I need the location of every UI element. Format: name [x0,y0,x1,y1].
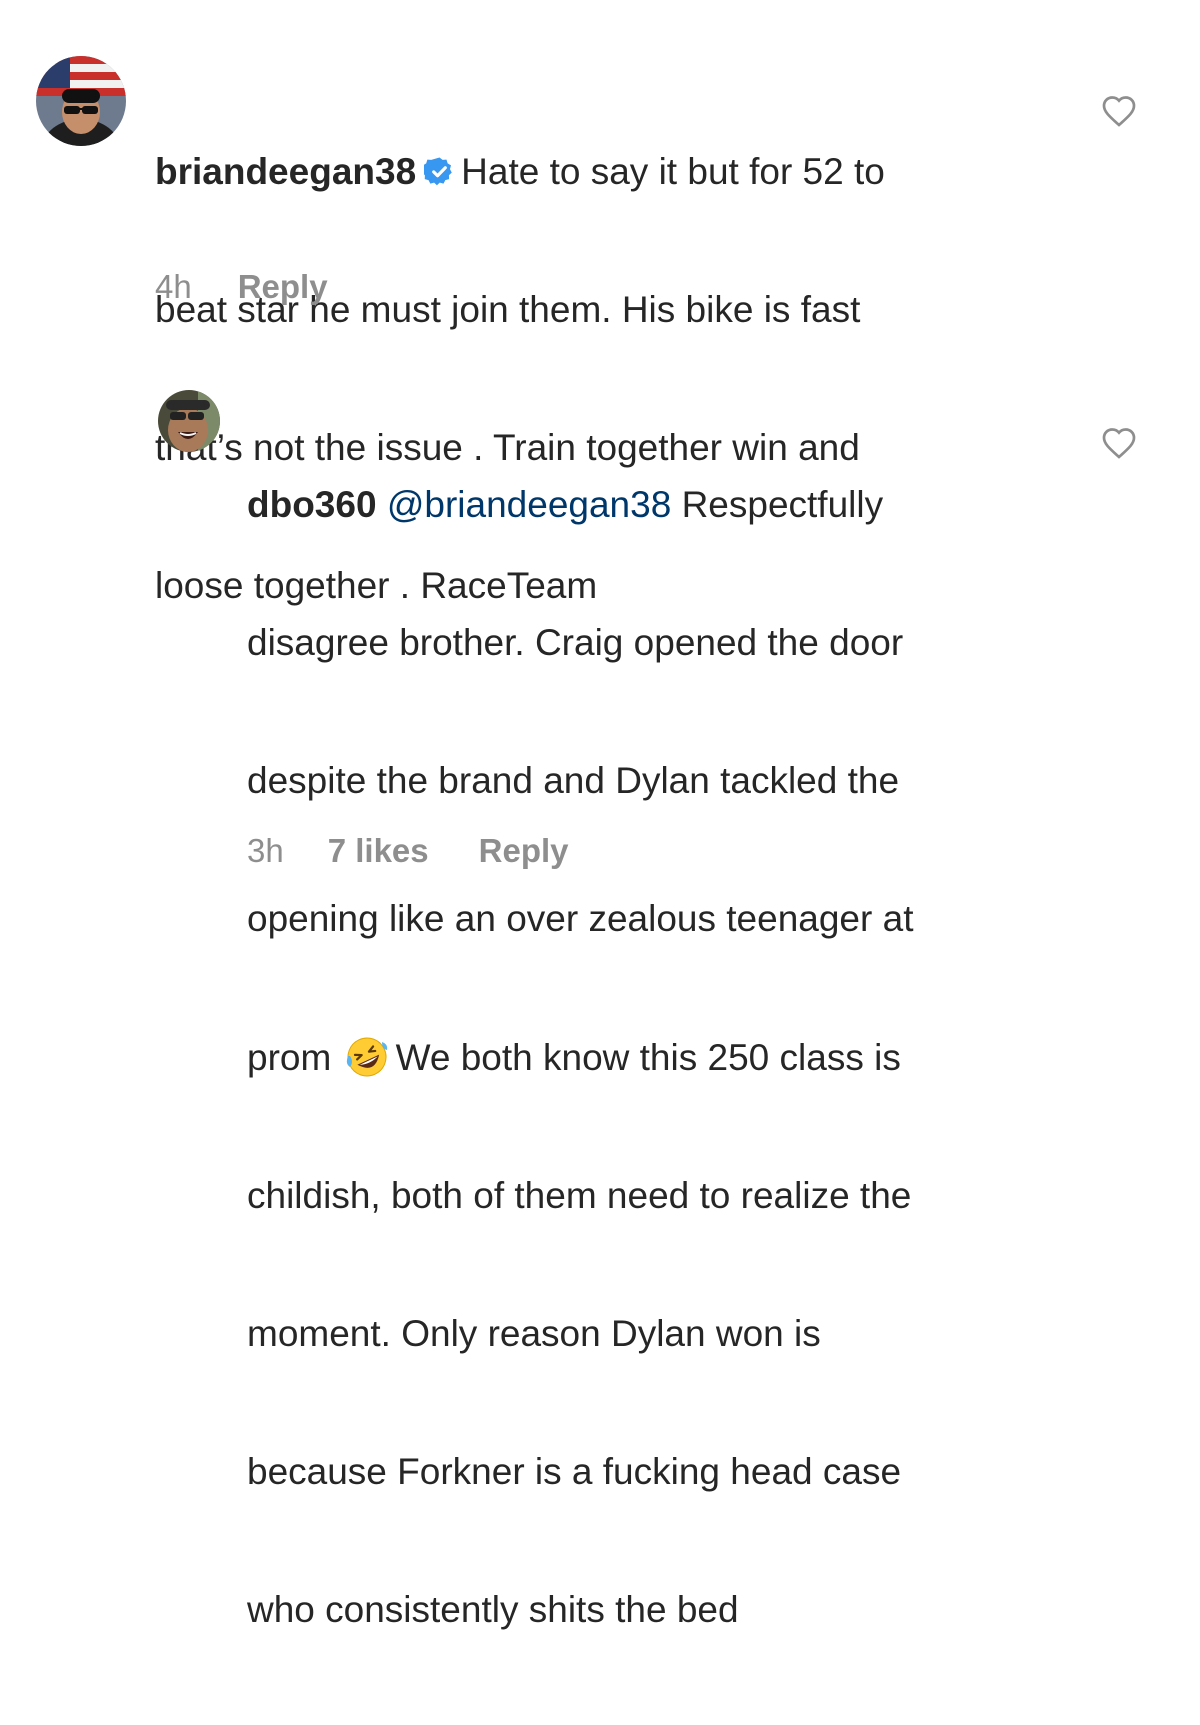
avatar-image [158,390,220,452]
avatar-image [36,56,126,146]
avatar[interactable] [36,56,126,146]
username[interactable]: dbo360 [247,484,377,525]
comment-text: moment. Only reason Dylan won is [247,1313,821,1354]
comment-text: who consistently shits the bed [247,1589,739,1630]
comment-line: dbo360 @briandeegan38 Respectfully [247,482,913,528]
timestamp[interactable]: 4h [155,268,192,306]
rolling-on-the-floor-laughing-emoji [346,1037,387,1077]
likes-count[interactable]: 7 likes [328,832,429,870]
mention-link[interactable]: @briandeegan38 [387,484,671,525]
reply-button[interactable]: Reply [238,268,328,306]
comment-text: disagree brother. Craig opened the door [247,622,904,663]
comment-text: childish, both of them need to realize t… [247,1175,912,1216]
heart-outline-icon[interactable] [1101,94,1137,128]
avatar[interactable] [158,390,220,452]
comment-text: despite the brand and Dylan tackled the [247,760,900,801]
username[interactable]: briandeegan38 [155,151,416,192]
verified-badge-icon [424,157,452,186]
comment-line: briandeegan38 Hate to say it but for 52 t… [155,149,885,195]
comment-text: because Forkner is a fucking head case [247,1451,902,1492]
heart-outline-icon[interactable] [1101,426,1137,460]
comment-text: We both know this 250 class is [395,1037,901,1078]
reply-button[interactable]: Reply [479,832,569,870]
comment-meta: 3h 7 likes Reply [247,832,569,870]
timestamp[interactable]: 3h [247,832,284,870]
comment-text: Hate to say it but for 52 to [461,151,885,192]
comment-text: prom [247,1037,332,1078]
comment-meta: 4h Reply [155,268,328,306]
comment-line: prom We both know this 250 class is [247,1034,913,1081]
comment-body: dbo360 @briandeegan38 Respectfully disag… [247,390,913,1725]
comment-text: Respectfully [681,484,884,525]
